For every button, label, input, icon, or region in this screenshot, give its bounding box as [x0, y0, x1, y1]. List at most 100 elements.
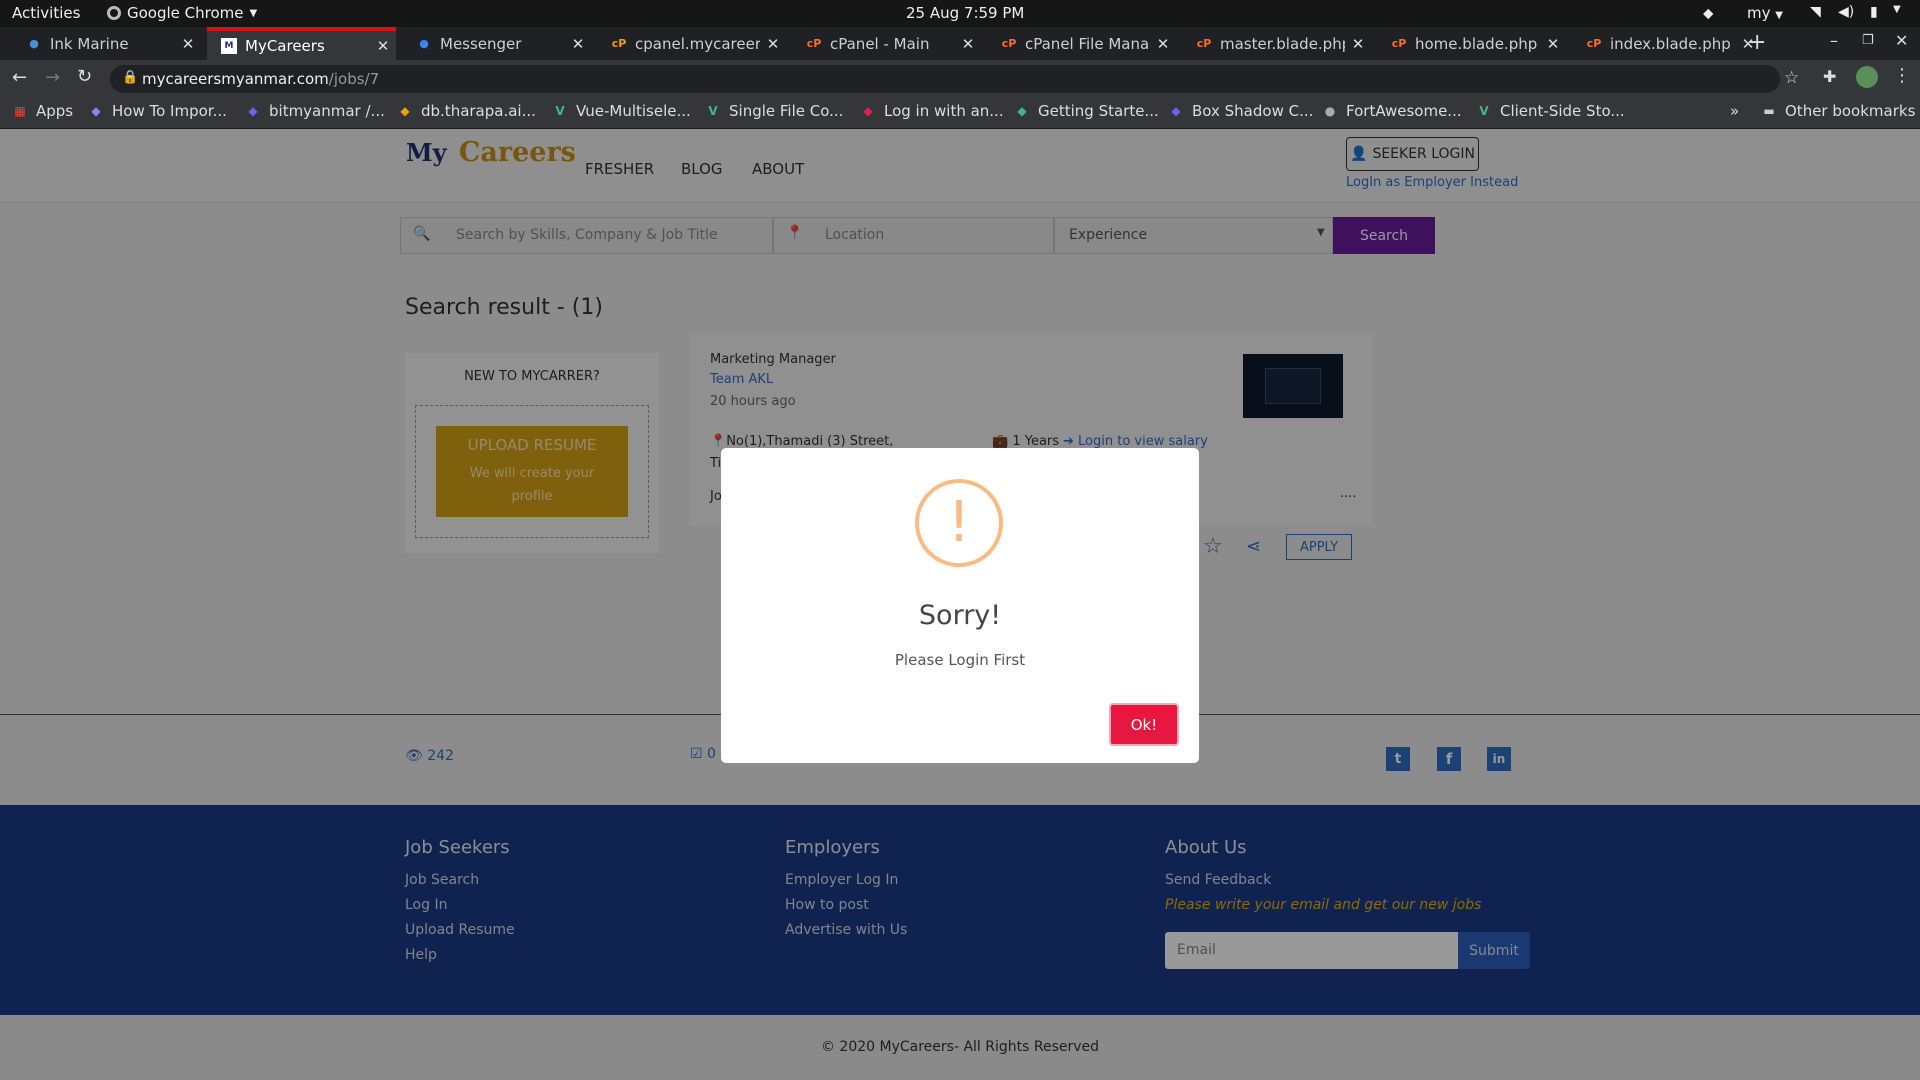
- close-tab-icon[interactable]: ✕: [175, 35, 201, 53]
- bookmark-7[interactable]: ◆ Getting Starte...: [1014, 102, 1158, 120]
- new-tab-button[interactable]: +: [1748, 30, 1766, 55]
- bookmark-label: Box Shadow C...: [1192, 102, 1314, 120]
- mycareers-icon: M: [221, 37, 237, 54]
- bookmark-1[interactable]: ◆ How To Impor...: [88, 102, 227, 120]
- bookmark-3[interactable]: ◆ db.tharapa.ai...: [397, 102, 536, 120]
- url-text: mycareersmyanmar.com/jobs/7: [142, 70, 379, 88]
- bookmark-10[interactable]: V Client-Side Sto...: [1476, 102, 1625, 120]
- bookmark-2[interactable]: ◆ bitmyanmar /...: [245, 102, 385, 120]
- warning-icon: !: [915, 479, 1003, 567]
- alert-dialog: ! Sorry! Please Login First Ok!: [721, 448, 1199, 763]
- volume-icon[interactable]: ◀): [1838, 4, 1854, 20]
- other-bookmarks[interactable]: ▬ Other bookmarks: [1761, 102, 1915, 120]
- tab-title: master.blade.php - c: [1220, 34, 1345, 53]
- tab-8[interactable]: cPindex.blade.php - c✕: [1572, 27, 1761, 60]
- extensions-icon[interactable]: ✚: [1823, 67, 1836, 86]
- cpanel-icon: cP: [806, 37, 822, 50]
- star-bookmark-icon[interactable]: ☆: [1784, 68, 1799, 88]
- ok-button[interactable]: Ok!: [1109, 703, 1179, 746]
- bookmark-0[interactable]: ▦ Apps: [12, 102, 73, 120]
- globe-icon: ●: [29, 37, 39, 50]
- tab-title: cpanel.mycareersm: [635, 34, 760, 53]
- tab-strip: ● Ink Marine ✕ M MyCareers ✕ ● Messenger ✕ cP cpan…: [0, 27, 1920, 60]
- address-bar[interactable]: 🔒 mycareersmyanmar.com/jobs/7 ☆: [110, 65, 1799, 93]
- system-top-bar: Activities Google Chrome ▼ 25 Aug 7:59 P…: [0, 0, 1920, 27]
- alert-title: Sorry!: [918, 600, 1002, 631]
- cpanel-icon: cP: [1196, 37, 1212, 50]
- wifi-icon[interactable]: ◥: [1810, 4, 1821, 20]
- close-tab-icon[interactable]: ✕: [370, 37, 396, 55]
- bookmark-icon: ◆: [91, 104, 101, 118]
- tab-title: home.blade.php - c: [1415, 34, 1540, 53]
- tab-1[interactable]: M MyCareers ✕: [207, 27, 396, 60]
- cpanel-icon: cP: [1391, 37, 1407, 50]
- bookmark-label: bitmyanmar /...: [269, 102, 385, 120]
- bookmark-icon: ◆: [400, 104, 410, 118]
- github-icon: ●: [1324, 104, 1336, 118]
- close-tab-icon[interactable]: ✕: [1345, 35, 1371, 53]
- minimize-icon[interactable]: –: [1830, 31, 1838, 50]
- reload-icon[interactable]: ↻: [77, 66, 92, 87]
- input-language-label: my: [1747, 4, 1771, 22]
- forward-icon[interactable]: →: [45, 67, 60, 88]
- cpanel-icon: cP: [1001, 37, 1017, 50]
- input-language[interactable]: my ▼: [1747, 4, 1783, 22]
- bookmark-label: Client-Side Sto...: [1500, 102, 1625, 120]
- more-bookmarks-icon[interactable]: »: [1730, 102, 1739, 120]
- bookmark-label: Single File Co...: [729, 102, 844, 120]
- bookmark-8[interactable]: ◆ Box Shadow C...: [1168, 102, 1313, 120]
- bookmark-label: Vue-Multisele...: [576, 102, 691, 120]
- bookmark-icon: ◆: [1171, 104, 1181, 118]
- tab-title: cPanel - Main: [830, 34, 930, 53]
- alert-message: Please Login First: [894, 651, 1026, 669]
- bookmark-9[interactable]: ● FortAwesome...: [1322, 102, 1462, 120]
- vue-icon: V: [708, 104, 718, 118]
- vue-icon: V: [555, 104, 565, 118]
- tab-title: Messenger: [440, 34, 522, 53]
- bookmark-label: FortAwesome...: [1346, 102, 1462, 120]
- tab-title: MyCareers: [245, 36, 325, 55]
- tab-title: index.blade.php - c: [1610, 34, 1735, 53]
- bookmark-label: Log in with an...: [884, 102, 1004, 120]
- bookmark-label: How To Impor...: [112, 102, 227, 120]
- bookmark-4[interactable]: V Vue-Multisele...: [552, 102, 691, 120]
- close-tab-icon[interactable]: ✕: [760, 35, 786, 53]
- clock[interactable]: 25 Aug 7:59 PM: [906, 4, 1024, 22]
- app-menu-label: Google Chrome: [127, 4, 244, 22]
- tab-5[interactable]: cP cPanel File Manage✕: [987, 27, 1176, 60]
- back-icon[interactable]: ←: [12, 67, 27, 88]
- apps-icon: ▦: [14, 104, 26, 118]
- menu-icon[interactable]: ⋮: [1893, 65, 1911, 86]
- bookmark-6[interactable]: ◆ Log in with an...: [860, 102, 1004, 120]
- close-tab-icon[interactable]: ✕: [1150, 35, 1176, 53]
- restore-icon[interactable]: ❐: [1862, 33, 1874, 48]
- close-tab-icon[interactable]: ✕: [1540, 35, 1566, 53]
- bookmark-label: Apps: [36, 102, 74, 120]
- cpanel-icon: cP: [611, 37, 627, 50]
- lock-icon: 🔒: [122, 70, 139, 85]
- tab-7[interactable]: cP home.blade.php - c✕: [1377, 27, 1566, 60]
- close-window-icon[interactable]: ✕: [1895, 31, 1908, 50]
- dropbox-icon[interactable]: ⬥: [1703, 4, 1714, 22]
- caret-down-icon: ▼: [1775, 10, 1783, 21]
- url-host: mycareersmyanmar.com: [142, 70, 329, 88]
- avatar[interactable]: [1856, 66, 1878, 88]
- close-tab-icon[interactable]: ✕: [565, 35, 591, 53]
- other-bookmarks-label: Other bookmarks: [1785, 102, 1916, 120]
- bookmark-icon: ◆: [248, 104, 258, 118]
- close-tab-icon[interactable]: ✕: [955, 35, 981, 53]
- tab-4[interactable]: cP cPanel - Main ✕: [792, 27, 981, 60]
- system-menu-caret-icon[interactable]: ▼: [1893, 4, 1901, 15]
- activities-button[interactable]: Activities: [12, 4, 80, 22]
- battery-icon[interactable]: ▮: [1870, 4, 1878, 20]
- tab-3[interactable]: cP cpanel.mycareersm✕: [597, 27, 786, 60]
- tab-6[interactable]: cP master.blade.php - c✕: [1182, 27, 1371, 60]
- app-menu[interactable]: Google Chrome ▼: [107, 4, 257, 22]
- tab-title: Ink Marine: [50, 34, 129, 53]
- bookmark-5[interactable]: V Single File Co...: [705, 102, 843, 120]
- bookmark-icon: ◆: [863, 104, 873, 118]
- tab-0[interactable]: ● Ink Marine ✕: [12, 27, 201, 60]
- folder-icon: ▬: [1763, 104, 1775, 118]
- tab-2[interactable]: ● Messenger ✕: [402, 27, 591, 60]
- chrome-icon: [107, 6, 121, 20]
